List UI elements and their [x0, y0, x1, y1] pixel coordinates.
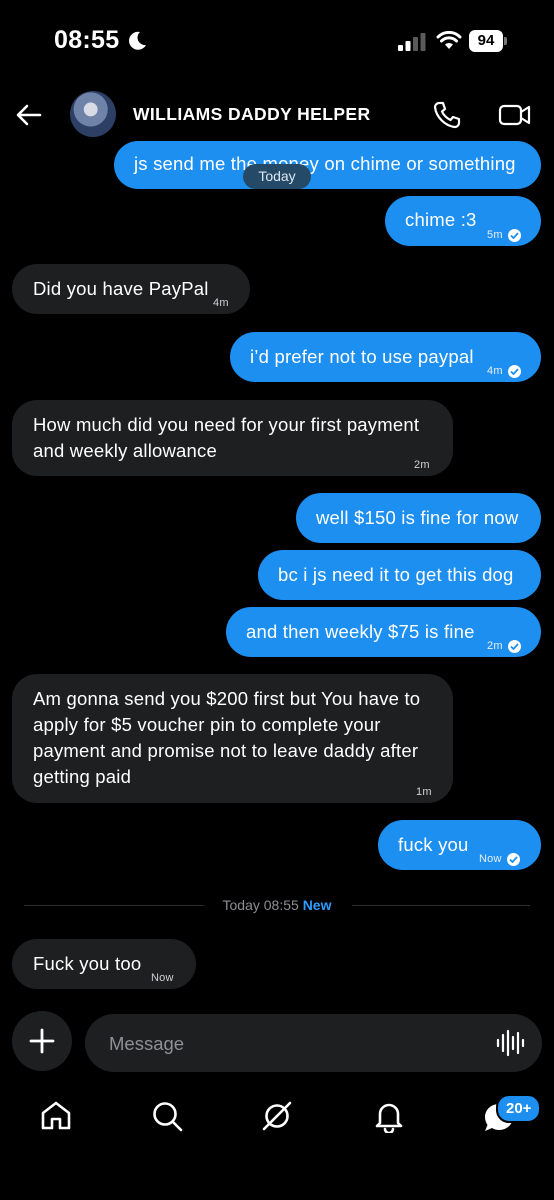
message-input[interactable] [107, 1014, 471, 1074]
notifications-bell-icon[interactable] [372, 1099, 406, 1133]
outgoing-message[interactable]: fuck you Now [378, 820, 541, 870]
add-attachment-button[interactable] [12, 1011, 72, 1071]
plus-icon [29, 1028, 55, 1054]
unread-count-badge: 20+ [496, 1094, 542, 1123]
incoming-message[interactable]: Am gonna send you $200 first but You hav… [12, 674, 453, 803]
home-icon[interactable] [39, 1099, 73, 1133]
date-pill: Today [243, 164, 311, 189]
message-text: bc i js need it to get this dog [278, 564, 514, 585]
message-text: i’d prefer not to use paypal [250, 346, 474, 367]
message-meta: 5m [487, 222, 521, 248]
moon-icon [129, 31, 146, 50]
incoming-message[interactable]: Did you have PayPal 4m [12, 264, 250, 314]
voice-message-icon[interactable] [495, 1029, 525, 1057]
message-text: chime :3 [405, 209, 477, 230]
message-text: Did you have PayPal [33, 278, 209, 299]
message-text: Am gonna send you $200 first but You hav… [33, 688, 421, 787]
message-meta: 4m [213, 290, 229, 316]
outgoing-message[interactable]: and then weekly $75 is fine 2m [226, 607, 541, 657]
message-time: Now [151, 972, 174, 984]
message-text: well $150 is fine for now [316, 507, 519, 528]
contact-avatar[interactable] [70, 91, 116, 137]
outgoing-message[interactable]: bc i js need it to get this dog [258, 550, 541, 600]
message-time: 1m [416, 786, 432, 798]
message-meta: 1m [416, 779, 432, 805]
read-check-icon [507, 228, 521, 242]
search-icon[interactable] [150, 1099, 184, 1133]
message-text: fuck you [398, 834, 469, 855]
message-text: Fuck you too [33, 953, 142, 974]
read-check-icon [507, 639, 521, 653]
explore-icon[interactable] [260, 1099, 294, 1133]
message-time: 2m [487, 640, 503, 652]
message-time: 4m [213, 297, 229, 309]
phone-call-icon[interactable] [432, 100, 462, 130]
battery-indicator: 94 [469, 30, 507, 52]
message-text: js send me the money on chime or somethi… [134, 153, 516, 174]
incoming-message[interactable]: Fuck you too Now [12, 939, 196, 989]
wifi-icon [436, 31, 462, 49]
incoming-message[interactable]: How much did you need for your first pay… [12, 400, 453, 476]
status-time: 08:55 [54, 26, 120, 54]
message-meta: 2m [487, 633, 521, 659]
outgoing-message[interactable]: well $150 is fine for now [296, 493, 541, 543]
read-check-icon [507, 364, 521, 378]
outgoing-message[interactable]: chime :3 5m [385, 196, 541, 246]
divider-time: Today 08:55 [222, 897, 299, 913]
new-label: New [302, 897, 332, 913]
video-call-icon[interactable] [498, 100, 532, 130]
back-arrow-icon[interactable] [14, 100, 44, 130]
message-meta: 4m [487, 358, 521, 384]
message-time: 5m [487, 229, 503, 241]
new-messages-divider: Today 08:55 New [0, 897, 554, 913]
message-composer[interactable] [85, 1014, 542, 1074]
message-meta: Now [151, 965, 174, 991]
outgoing-message[interactable]: i’d prefer not to use paypal 4m [230, 332, 541, 382]
battery-level: 94 [469, 30, 503, 52]
message-time: 2m [414, 459, 430, 471]
message-text: and then weekly $75 is fine [246, 621, 475, 642]
read-check-icon [506, 852, 520, 866]
message-time: Now [479, 853, 502, 865]
message-text: How much did you need for your first pay… [33, 414, 420, 461]
message-meta: Now [479, 846, 520, 872]
message-meta: 2m [414, 452, 430, 478]
cellular-signal-icon [398, 33, 426, 51]
message-time: 4m [487, 365, 503, 377]
outgoing-message[interactable]: js send me the money on chime or somethi… [114, 141, 541, 189]
contact-name[interactable]: WILLIAMS DADDY HELPER [133, 104, 371, 125]
